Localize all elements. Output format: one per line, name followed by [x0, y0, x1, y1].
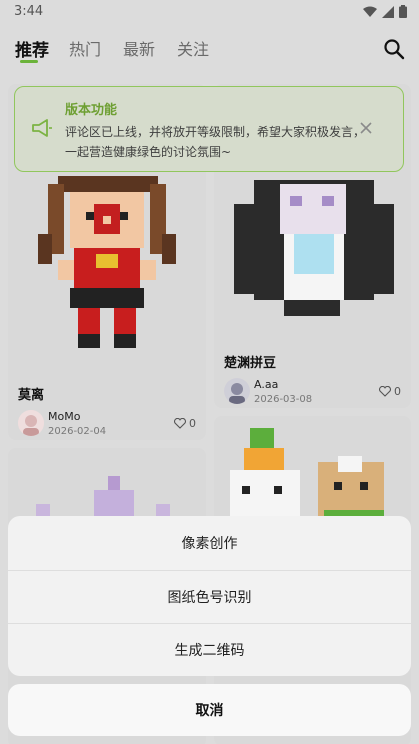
cancel-button[interactable]: 取消 — [8, 684, 411, 736]
pixel-create-option[interactable]: 像素创作 — [8, 516, 411, 569]
generate-qrcode-option[interactable]: 生成二维码 — [8, 623, 411, 676]
action-sheet: 像素创作 图纸色号识别 生成二维码 — [8, 516, 411, 676]
color-code-recognition-option[interactable]: 图纸色号识别 — [8, 570, 411, 623]
